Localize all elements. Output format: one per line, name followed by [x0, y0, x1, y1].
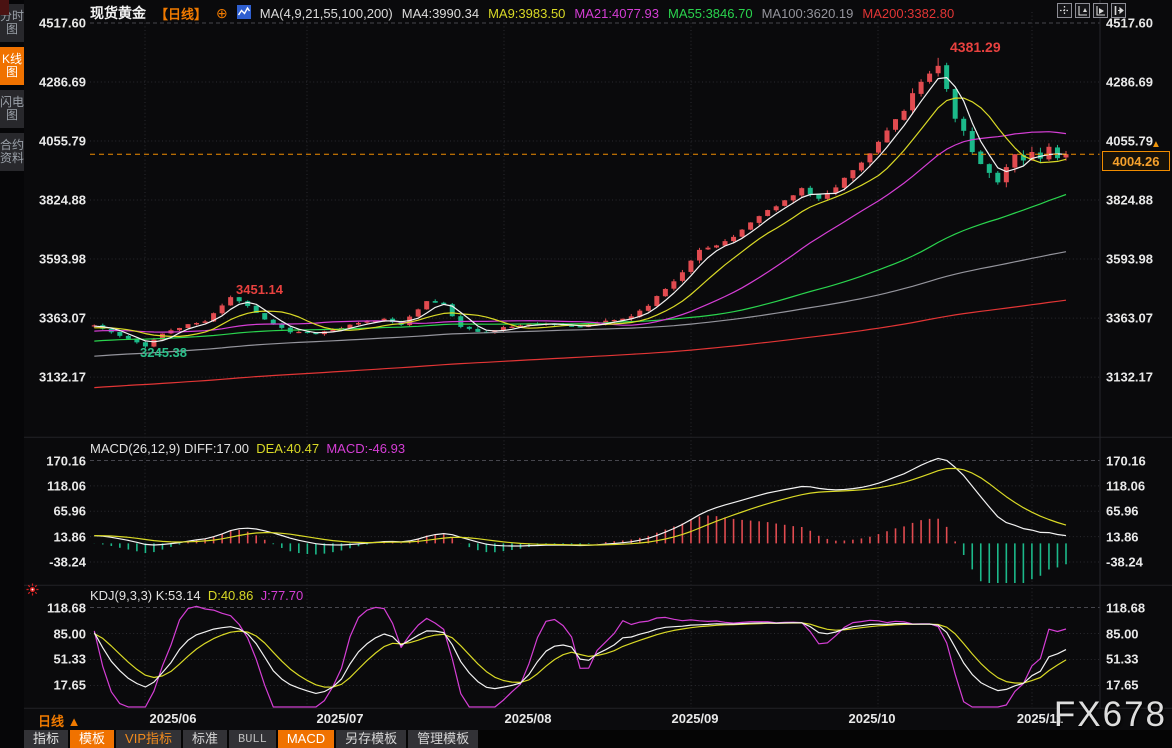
macd-title[interactable]: MACD(26,12,9) — [90, 441, 180, 456]
tab-manage-templates[interactable]: 管理模板 — [408, 730, 478, 748]
price-axis-label: 4517.60 — [1106, 16, 1153, 31]
price-arrow-icon: ▲ — [1151, 139, 1161, 150]
sidebar-item-lightning-chart[interactable]: 闪电图 — [0, 90, 24, 128]
kdj-d-value: D:40.86 — [208, 588, 254, 603]
sidebar-item-contract-info[interactable]: 合约资料 — [0, 133, 24, 171]
kdj-axis-label: 51.33 — [1106, 652, 1139, 667]
swing-high-annotation: 3451.14 — [236, 282, 283, 297]
macd-axis-label: 170.16 — [26, 453, 86, 468]
macd-axis-label: 118.06 — [1106, 478, 1145, 493]
macd-axis-label: 118.06 — [26, 478, 86, 493]
ma200-value: MA200:3382.80 — [862, 6, 954, 21]
triangle-up-icon: ▲ — [68, 714, 81, 729]
axis-zoom-up-icon[interactable] — [1075, 3, 1090, 18]
last-price-label: 4004.26 — [1102, 151, 1170, 171]
tab-vip-indicators[interactable]: VIP指标 — [116, 730, 181, 748]
price-axis-label: 3593.98 — [26, 252, 86, 267]
macd-axis-label: 13.86 — [26, 529, 86, 544]
symbol-name: 现货黄金 — [90, 3, 146, 23]
macd-diff-value: DIFF:17.00 — [184, 441, 249, 456]
macd-dea-value: DEA:40.47 — [256, 441, 319, 456]
macd-bar-value: MACD:-46.93 — [326, 441, 405, 456]
kdj-axis-label: 17.65 — [1106, 678, 1139, 693]
kdj-j-value: J:77.70 — [261, 588, 304, 603]
price-axis-label: 3824.88 — [1106, 193, 1153, 208]
ma9-value: MA9:3983.50 — [488, 6, 565, 21]
price-axis-label: 3363.07 — [1106, 311, 1153, 326]
macd-axis-label: 65.96 — [26, 504, 86, 519]
sidebar: 分时图 K线图 闪电图 合约资料 — [0, 0, 24, 748]
macd-axis-label: -38.24 — [1106, 554, 1143, 569]
price-axis-label: 4055.79 — [1106, 134, 1153, 149]
tab-templates[interactable]: 模板 — [70, 730, 114, 748]
kdj-axis-label: 118.68 — [1106, 600, 1145, 615]
kdj-axis-label: 118.68 — [26, 600, 86, 615]
expand-icon[interactable]: ⊕ — [216, 5, 228, 22]
watermark: FX678 — [1054, 695, 1167, 735]
kdj-axis-label: 17.65 — [26, 678, 86, 693]
month-label: 2025/09 — [672, 711, 719, 726]
macd-axis-label: 170.16 — [1106, 453, 1146, 468]
tab-indicators[interactable]: 指标 — [24, 730, 68, 748]
macd-axis-label: -38.24 — [26, 554, 86, 569]
tab-save-template[interactable]: 另存模板 — [336, 730, 406, 748]
month-label: 2025/08 — [505, 711, 552, 726]
kdj-header: KDJ(9,3,3) K:53.14 D:40.86 J:77.70 — [90, 588, 303, 603]
period-selector[interactable]: 日线 ▲ — [38, 711, 81, 730]
kdj-k-value: K:53.14 — [156, 588, 201, 603]
ma4-value: MA4:3990.34 — [402, 6, 479, 21]
chart-canvas[interactable] — [0, 0, 1172, 748]
indicator-settings-icon[interactable] — [26, 583, 39, 601]
period-tag: 【日线】 — [155, 4, 207, 23]
ma100-value: MA100:3620.19 — [762, 6, 854, 21]
macd-header: MACD(26,12,9) DIFF:17.00 DEA:40.47 MACD:… — [90, 441, 405, 456]
swing-low-annotation: 3245.38 — [140, 345, 187, 360]
tab-bull[interactable]: BULL — [229, 730, 276, 748]
kdj-axis-label: 85.00 — [1106, 626, 1139, 641]
high-price-annotation: 4381.29 — [950, 39, 1001, 55]
price-axis-label: 4286.69 — [26, 75, 86, 90]
kdj-axis-label: 85.00 — [26, 626, 86, 641]
price-axis-label: 4517.60 — [26, 16, 86, 31]
macd-axis-label: 13.86 — [1106, 529, 1139, 544]
sidebar-item-kline-chart[interactable]: K线图 — [0, 47, 24, 85]
tab-standard[interactable]: 标准 — [183, 730, 227, 748]
crosshair-icon[interactable] — [1057, 3, 1072, 18]
month-label: 2025/10 — [849, 711, 896, 726]
price-axis-label: 3132.17 — [26, 370, 86, 385]
line-chart-icon[interactable] — [237, 5, 251, 22]
month-label: 2025/06 — [150, 711, 197, 726]
price-axis-label: 3824.88 — [26, 193, 86, 208]
price-axis-label: 4286.69 — [1106, 75, 1153, 90]
month-label: 2025/07 — [317, 711, 364, 726]
ma-params-label: MA(4,9,21,55,100,200) — [260, 6, 393, 21]
price-axis-label: 3132.17 — [1106, 370, 1153, 385]
price-axis-label: 3593.98 — [1106, 252, 1153, 267]
ma21-value: MA21:4077.93 — [574, 6, 659, 21]
trading-app: 分时图 K线图 闪电图 合约资料 现货黄金 【日线】 ⊕ MA(4,9,21,5… — [0, 0, 1172, 748]
corner-decoration — [0, 0, 9, 15]
price-axis-label: 4055.79 — [26, 134, 86, 149]
price-axis-label: 3363.07 — [26, 311, 86, 326]
bottom-toolbar: 指标 模板 VIP指标 标准 BULL MACD 另存模板 管理模板 — [24, 730, 1172, 748]
chart-header: 现货黄金 【日线】 ⊕ MA(4,9,21,55,100,200) MA4:39… — [90, 3, 954, 23]
kdj-title[interactable]: KDJ(9,3,3) — [90, 588, 152, 603]
kdj-axis-label: 51.33 — [26, 652, 86, 667]
tab-macd[interactable]: MACD — [278, 730, 334, 748]
ma55-value: MA55:3846.70 — [668, 6, 753, 21]
macd-axis-label: 65.96 — [1106, 504, 1139, 519]
